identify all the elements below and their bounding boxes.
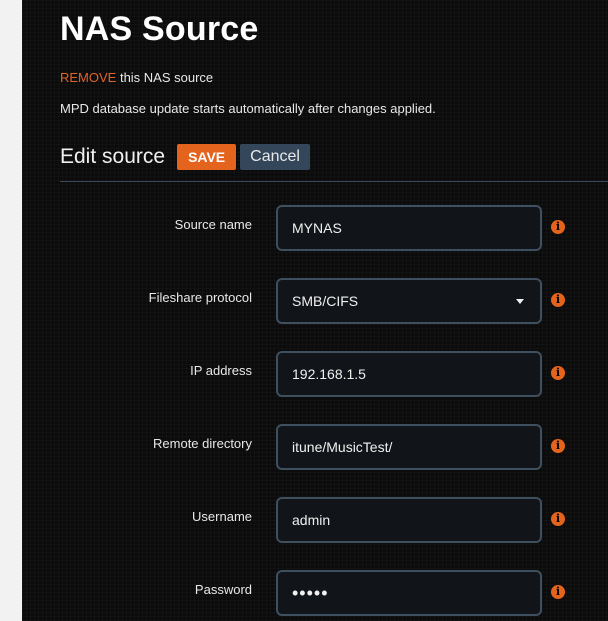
remove-source-link[interactable]: REMOVE [60, 70, 116, 85]
remove-line: REMOVE this NAS source [60, 70, 213, 85]
source-name-input[interactable]: MYNAS [276, 205, 542, 251]
edit-source-header: Edit source SAVE Cancel [60, 144, 310, 170]
info-icon[interactable]: i [551, 439, 565, 453]
nas-source-page: NAS Source REMOVE this NAS source MPD da… [0, 0, 608, 621]
remote-directory-value: itune/MusicTest/ [292, 439, 393, 455]
password-input[interactable]: ••••• [276, 570, 542, 616]
info-icon[interactable]: i [551, 366, 565, 380]
source-name-label: Source name [174, 217, 252, 232]
section-divider [60, 181, 608, 182]
cancel-button[interactable]: Cancel [240, 144, 310, 170]
ip-address-label: IP address [190, 363, 252, 378]
field-row-ip-address: IP address 192.168.1.5 i [44, 351, 608, 399]
password-value: ••••• [292, 582, 329, 603]
info-icon[interactable]: i [551, 512, 565, 526]
remote-directory-label: Remote directory [153, 436, 252, 451]
save-button[interactable]: SAVE [177, 144, 237, 170]
ip-address-value: 192.168.1.5 [292, 366, 366, 382]
fileshare-protocol-select[interactable]: SMB/CIFS [276, 278, 542, 324]
remove-suffix-text: this NAS source [116, 70, 214, 85]
chevron-down-icon [516, 298, 524, 304]
field-row-username: Username admin i [44, 497, 608, 545]
info-icon[interactable]: i [551, 585, 565, 599]
fileshare-protocol-label: Fileshare protocol [148, 290, 252, 305]
password-label: Password [194, 582, 252, 597]
edit-source-title: Edit source [60, 145, 166, 168]
fileshare-protocol-value: SMB/CIFS [292, 293, 359, 309]
update-info-text: MPD database update starts automatically… [60, 101, 436, 116]
username-value: admin [292, 512, 331, 528]
field-row-remote-directory: Remote directory itune/MusicTest/ i [44, 424, 608, 472]
source-name-value: MYNAS [292, 220, 342, 236]
info-icon[interactable]: i [551, 293, 565, 307]
remote-directory-input[interactable]: itune/MusicTest/ [276, 424, 542, 470]
page-title: NAS Source [60, 10, 259, 48]
username-label: Username [192, 509, 252, 524]
field-row-fileshare-protocol: Fileshare protocol SMB/CIFS i [44, 278, 608, 326]
field-row-password: Password ••••• i [44, 570, 608, 618]
username-input[interactable]: admin [276, 497, 542, 543]
ip-address-input[interactable]: 192.168.1.5 [276, 351, 542, 397]
field-row-source-name: Source name MYNAS i [44, 205, 608, 253]
info-icon[interactable]: i [551, 220, 565, 234]
